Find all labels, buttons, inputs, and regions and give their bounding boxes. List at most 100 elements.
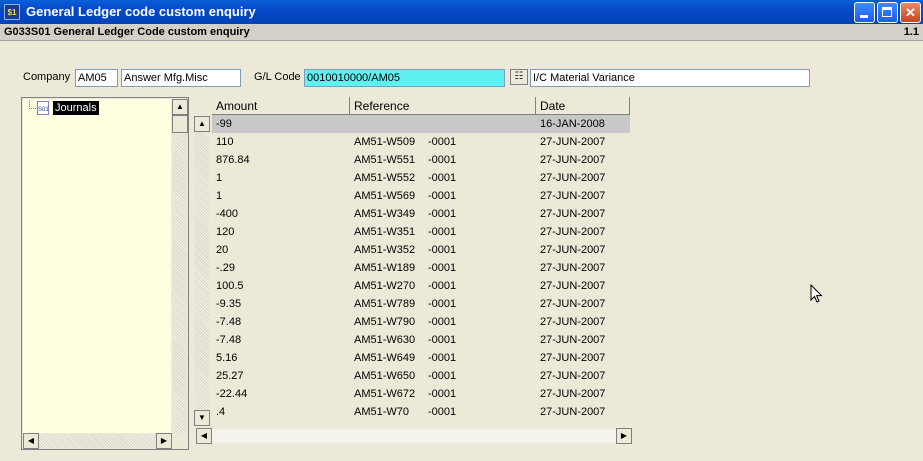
cell-date: 27-JUN-2007 <box>540 226 606 238</box>
cell-reference: AM51-W650 <box>354 370 416 382</box>
cell-reference-suffix: -0001 <box>428 352 457 364</box>
cell-date: 27-JUN-2007 <box>540 190 606 202</box>
tree-vertical-scrollbar[interactable]: ▲ <box>172 99 188 433</box>
window-title: General Ledger code custom enquiry <box>26 4 256 19</box>
cell-reference: AM51-W649 <box>354 352 416 364</box>
cell-amount: .4 <box>216 406 226 418</box>
column-header-amount[interactable]: Amount <box>212 97 350 115</box>
table-row[interactable]: 110 AM51-W509 -0001 27-JUN-2007 <box>212 133 630 151</box>
cell-reference-suffix: -0001 <box>428 298 457 310</box>
cell-reference-suffix: -0001 <box>428 226 457 238</box>
cell-amount: 100.5 <box>216 280 244 292</box>
company-name-field[interactable]: Answer Mfg.Misc <box>121 69 241 87</box>
cell-reference-suffix: -0001 <box>428 208 457 220</box>
cell-reference: AM51-W189 <box>354 262 416 274</box>
table-row[interactable]: 120 AM51-W351 -0001 27-JUN-2007 <box>212 223 630 241</box>
list-lookup-button[interactable]: ☷ <box>510 69 528 85</box>
cell-date: 27-JUN-2007 <box>540 298 606 310</box>
table-row[interactable]: -7.48 AM51-W630 -0001 27-JUN-2007 <box>212 331 630 349</box>
scroll-right-arrow-icon: ▶ <box>160 436 168 445</box>
table-row[interactable]: 20 AM51-W352 -0001 27-JUN-2007 <box>212 241 630 259</box>
grid-hscroll-track[interactable] <box>212 429 616 443</box>
cell-reference-suffix: -0001 <box>428 244 457 256</box>
table-row[interactable]: .4 AM51-W70 -0001 27-JUN-2007 <box>212 403 630 421</box>
tree-scroll-up-button[interactable]: ▲ <box>172 99 188 115</box>
cell-amount: 120 <box>216 226 235 238</box>
cell-reference: AM51-W70 <box>354 406 410 418</box>
tree-node-journals[interactable]: Journals <box>53 101 99 115</box>
cell-amount: 20 <box>216 244 229 256</box>
cell-amount: 25.27 <box>216 370 244 382</box>
cell-reference: AM51-W790 <box>354 316 416 328</box>
grid-horizontal-scrollbar[interactable]: ◀ ▶ <box>196 428 632 445</box>
cell-amount: 1 <box>216 190 223 202</box>
list-lookup-icon: ☷ <box>514 71 524 82</box>
close-button[interactable]: ✕ <box>900 2 921 23</box>
tree-scroll-left-button[interactable]: ◀ <box>23 433 39 449</box>
gl-description-field[interactable]: I/C Material Variance <box>530 69 810 87</box>
cell-reference-suffix: -0001 <box>428 334 457 346</box>
tree-hscroll-track[interactable] <box>39 434 156 448</box>
cell-reference: AM51-W569 <box>354 190 416 202</box>
tree-scroll-thumb[interactable] <box>172 115 188 133</box>
cell-reference: AM51-W672 <box>354 388 416 400</box>
cell-reference-suffix: -0001 <box>428 154 457 166</box>
table-row[interactable]: 5.16 AM51-W649 -0001 27-JUN-2007 <box>212 349 630 367</box>
cell-reference-suffix: -0001 <box>428 172 457 184</box>
tree-horizontal-scrollbar[interactable]: ◀ ▶ <box>23 433 188 449</box>
grid-scroll-left-button[interactable]: ◀ <box>196 428 212 444</box>
cell-reference: AM51-W551 <box>354 154 416 166</box>
column-header-date[interactable]: Date <box>536 97 630 115</box>
table-row[interactable]: -400 AM51-W349 -0001 27-JUN-2007 <box>212 205 630 223</box>
app-icon[interactable]: $1 <box>4 4 20 20</box>
grid-scroll-down-button[interactable]: ▼ <box>194 410 210 426</box>
cell-date: 27-JUN-2007 <box>540 388 606 400</box>
table-row[interactable]: 876.84 AM51-W551 -0001 27-JUN-2007 <box>212 151 630 169</box>
minimize-button[interactable] <box>854 2 875 23</box>
table-row[interactable]: 100.5 AM51-W270 -0001 27-JUN-2007 <box>212 277 630 295</box>
table-row[interactable]: 1 AM51-W569 -0001 27-JUN-2007 <box>212 187 630 205</box>
ledger-grid: Amount Reference Date -99 16-JAN-2008 110 A… <box>212 97 630 427</box>
table-row[interactable]: -7.48 AM51-W790 -0001 27-JUN-2007 <box>212 313 630 331</box>
table-row[interactable]: 25.27 AM51-W650 -0001 27-JUN-2007 <box>212 367 630 385</box>
cell-date: 27-JUN-2007 <box>540 406 606 418</box>
cell-reference: AM51-W270 <box>354 280 416 292</box>
grid-vertical-scrollbar[interactable]: ▲ ▼ <box>194 116 210 426</box>
gl-code-field[interactable]: 0010010000/AM05 <box>304 69 505 87</box>
cell-amount: 1 <box>216 172 223 184</box>
cell-date: 27-JUN-2007 <box>540 316 606 328</box>
grid-scroll-up-button[interactable]: ▲ <box>194 116 210 132</box>
scroll-down-arrow-icon: ▼ <box>198 413 206 422</box>
table-row[interactable]: -22.44 AM51-W672 -0001 27-JUN-2007 <box>212 385 630 403</box>
company-label: Company <box>23 71 71 83</box>
cell-date: 27-JUN-2007 <box>540 280 606 292</box>
cell-date: 27-JUN-2007 <box>540 334 606 346</box>
cell-amount: -9.35 <box>216 298 242 310</box>
scroll-left-arrow-icon: ◀ <box>27 436 35 445</box>
table-row[interactable]: -.29 AM51-W189 -0001 27-JUN-2007 <box>212 259 630 277</box>
cell-reference-suffix: -0001 <box>428 406 457 418</box>
cell-reference: AM51-W509 <box>354 136 416 148</box>
grid-scroll-track[interactable] <box>195 132 209 410</box>
tree-scroll-right-button[interactable]: ▶ <box>156 433 172 449</box>
tree-scroll-track[interactable] <box>173 133 187 433</box>
grid-scroll-right-button[interactable]: ▶ <box>616 428 632 444</box>
cell-amount: -7.48 <box>216 334 242 346</box>
cell-date: 27-JUN-2007 <box>540 154 606 166</box>
minimize-icon <box>860 15 868 18</box>
table-row[interactable]: -9.35 AM51-W789 -0001 27-JUN-2007 <box>212 295 630 313</box>
cell-reference-suffix: -0001 <box>428 388 457 400</box>
gl-code-label: G/L Code <box>254 71 301 83</box>
cell-reference: AM51-W352 <box>354 244 416 256</box>
cell-reference-suffix: -0001 <box>428 262 457 274</box>
cell-amount: 876.84 <box>216 154 250 166</box>
company-code-field[interactable]: AM05 <box>75 69 118 87</box>
column-header-reference[interactable]: Reference <box>350 97 536 115</box>
cell-amount: -.29 <box>216 262 235 274</box>
cell-amount: -99 <box>216 118 232 130</box>
cell-reference: AM51-W351 <box>354 226 416 238</box>
table-row[interactable]: -99 16-JAN-2008 <box>212 115 630 133</box>
cell-amount: -400 <box>216 208 239 220</box>
table-row[interactable]: 1 AM51-W552 -0001 27-JUN-2007 <box>212 169 630 187</box>
maximize-button[interactable] <box>877 2 898 23</box>
